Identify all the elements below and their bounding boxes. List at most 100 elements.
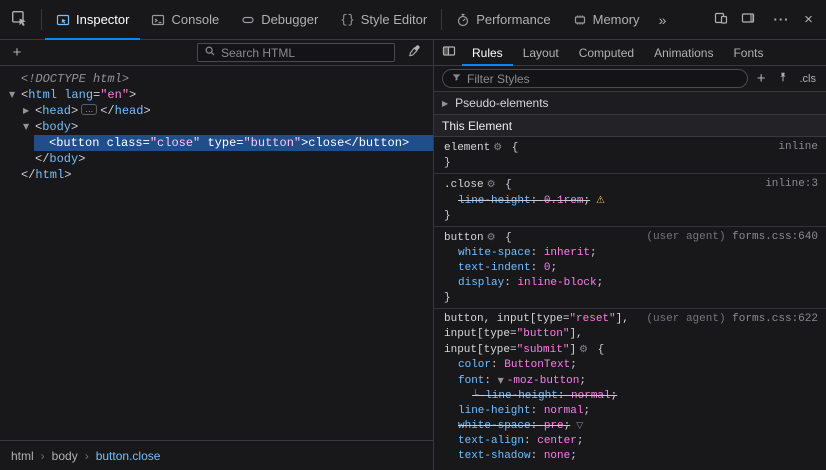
- tab-rules[interactable]: Rules: [462, 40, 513, 65]
- pick-element-button[interactable]: [0, 0, 38, 39]
- token-sel: button: [444, 232, 484, 244]
- css-declaration[interactable]: line-height: normal;: [434, 404, 826, 419]
- token-val: 0.1rem: [544, 195, 584, 207]
- token-punc: </: [35, 152, 49, 166]
- token-src: forms.css:622: [732, 313, 818, 325]
- token-punc: }: [444, 157, 451, 169]
- tab-memory[interactable]: Memory: [562, 0, 651, 39]
- markup-line[interactable]: <button class="close" type="button">clos…: [0, 135, 433, 151]
- rule-close-brace[interactable]: }: [434, 209, 826, 224]
- three-pane-toggle-button[interactable]: [436, 40, 462, 65]
- rule-source-link[interactable]: (user agent) forms.css:640: [646, 230, 818, 245]
- rule-selector[interactable]: input[type="button"],: [434, 327, 826, 342]
- markup-line[interactable]: </body>: [0, 151, 433, 167]
- search-html-input[interactable]: [221, 46, 388, 60]
- filter-styles-input[interactable]: [467, 72, 739, 86]
- rule-source-link[interactable]: (user agent) forms.css:622: [646, 312, 818, 327]
- token-punc: >: [129, 88, 136, 102]
- add-rule-button[interactable]: +: [755, 70, 768, 87]
- css-declaration[interactable]: line-height: 0.1rem;⚠: [434, 193, 826, 209]
- responsive-design-button[interactable]: [707, 0, 734, 40]
- selector-highlighter-icon[interactable]: ⚙: [493, 142, 502, 153]
- css-declaration[interactable]: text-indent: 0;: [434, 261, 826, 276]
- token-prop: white-space: [458, 247, 531, 259]
- close-devtools-button[interactable]: ×: [795, 0, 822, 40]
- selector-highlighter-icon[interactable]: ⚙: [487, 232, 496, 243]
- rule-source-link[interactable]: inline: [778, 140, 818, 155]
- rule-selector[interactable]: button⚙ { (user agent) forms.css:640: [434, 230, 826, 246]
- rule-close-brace[interactable]: }: [434, 156, 826, 171]
- tab-computed[interactable]: Computed: [569, 40, 644, 65]
- collapse-twisty-icon[interactable]: ▼: [8, 87, 21, 103]
- tab-style-editor[interactable]: {} Style Editor: [329, 0, 438, 39]
- tab-overflow-button[interactable]: »: [651, 0, 675, 39]
- devtools-menu-button[interactable]: ···: [768, 0, 795, 40]
- css-declaration[interactable]: font: ▼-moz-button;: [434, 373, 826, 389]
- tab-debugger[interactable]: Debugger: [230, 0, 329, 39]
- token-punc: {: [499, 232, 512, 244]
- css-declaration[interactable]: white-space: pre;▽: [434, 419, 826, 434]
- rules-list: element⚙ {inline}.close⚙ {inline:3line-h…: [434, 137, 826, 470]
- search-html-box: [197, 43, 395, 62]
- eyedropper-icon: [407, 44, 421, 61]
- token-sel: button, input[type=: [444, 313, 569, 325]
- expand-twisty-icon[interactable]: ▶: [22, 103, 35, 119]
- token-punc: :: [491, 359, 504, 371]
- markup-line[interactable]: </html>: [0, 167, 433, 183]
- token-prop: text-align: [458, 435, 524, 447]
- breadcrumb-item[interactable]: button.close: [91, 447, 166, 465]
- breadcrumb-item[interactable]: body: [47, 447, 83, 465]
- token-sel: ]: [569, 344, 576, 356]
- collapsed-nodes-badge[interactable]: …: [81, 104, 97, 115]
- braces-icon: {}: [340, 13, 354, 27]
- rule-selector[interactable]: button, input[type="reset"],(user agent)…: [434, 312, 826, 327]
- pseudo-class-panel-button[interactable]: [775, 71, 791, 86]
- search-icon: [204, 45, 216, 60]
- css-declaration[interactable]: display: inline-block;: [434, 276, 826, 291]
- token-punc: :: [531, 195, 544, 207]
- dock-side-button[interactable]: [734, 0, 761, 40]
- pseudo-class-pin-icon: [777, 71, 789, 86]
- css-declaration[interactable]: text-align: center;: [434, 434, 826, 449]
- css-declaration[interactable]: color: ButtonText;: [434, 358, 826, 373]
- tab-performance[interactable]: Performance: [445, 0, 561, 39]
- rule-selector[interactable]: element⚙ {inline: [434, 140, 826, 156]
- rule-close-brace[interactable]: }: [434, 291, 826, 306]
- token-punc: ;: [570, 450, 577, 462]
- markup-line[interactable]: ▶<head>…</head>: [0, 103, 433, 119]
- token-doctype: <!DOCTYPE html>: [21, 72, 129, 86]
- class-toggle-button[interactable]: .cls: [798, 73, 819, 85]
- new-node-button[interactable]: +: [7, 43, 27, 63]
- markup-line[interactable]: <!DOCTYPE html>: [0, 71, 433, 87]
- rule-source-link[interactable]: inline:3: [765, 177, 818, 192]
- tab-inspector[interactable]: Inspector: [45, 0, 140, 39]
- token-srcpfx: (user agent): [646, 231, 732, 243]
- shorthand-expander-icon[interactable]: ▼: [498, 376, 504, 385]
- pseudo-elements-header[interactable]: ▶ Pseudo-elements: [434, 92, 826, 115]
- markup-line[interactable]: ▼<html lang="en">: [0, 87, 433, 103]
- selector-highlighter-icon[interactable]: ⚙: [579, 344, 588, 355]
- token-attr: lang: [57, 88, 93, 102]
- token-punc: {: [499, 179, 512, 191]
- overridden-filter-icon[interactable]: ▽: [576, 421, 583, 431]
- token-val: inherit: [544, 247, 590, 259]
- tab-animations[interactable]: Animations: [644, 40, 723, 65]
- css-computed-declaration[interactable]: └ line-height: normal;: [434, 389, 826, 404]
- responsive-design-icon: [714, 11, 728, 28]
- collapse-twisty-icon[interactable]: ▼: [22, 119, 35, 135]
- expand-twisty-icon[interactable]: ▶: [442, 99, 448, 108]
- css-declaration[interactable]: white-space: inherit;: [434, 246, 826, 261]
- css-declaration[interactable]: text-shadow: none;: [434, 449, 826, 464]
- tab-layout[interactable]: Layout: [513, 40, 569, 65]
- selector-highlighter-icon[interactable]: ⚙: [487, 179, 496, 190]
- breadcrumb-item[interactable]: html: [6, 447, 39, 465]
- tab-console[interactable]: Console: [140, 0, 230, 39]
- eyedropper-button[interactable]: [402, 43, 426, 63]
- tab-fonts[interactable]: Fonts: [723, 40, 773, 65]
- rule-selector[interactable]: input[type="submit"]⚙ {: [434, 342, 826, 358]
- markup-line[interactable]: ▼<body>: [0, 119, 433, 135]
- token-sel: ],: [616, 313, 629, 325]
- rule-separator: [434, 226, 826, 227]
- performance-icon: [456, 13, 470, 27]
- rule-selector[interactable]: .close⚙ {inline:3: [434, 177, 826, 193]
